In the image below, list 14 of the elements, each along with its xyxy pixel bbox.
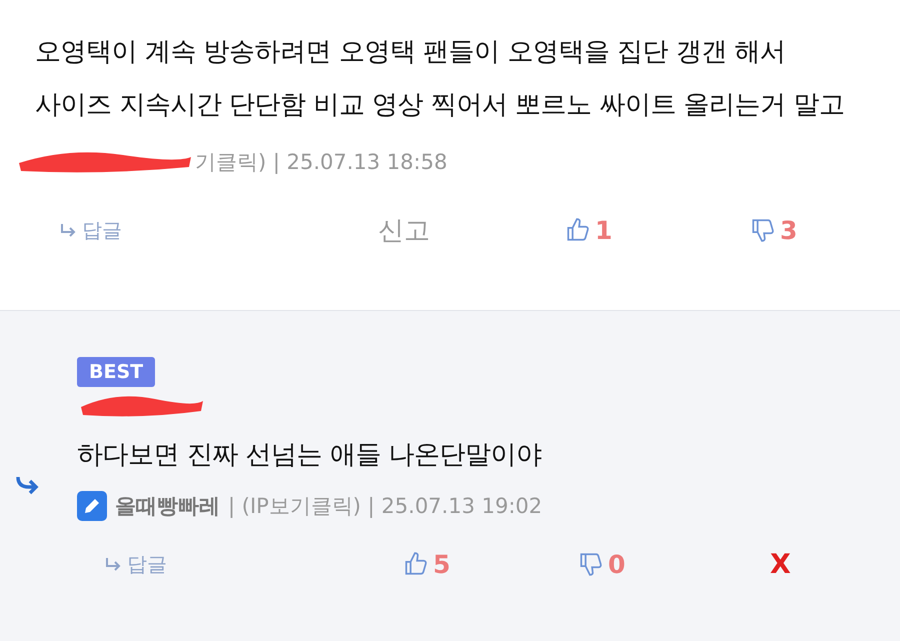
comment-meta: | (IP보기클릭) | 25.07.13 19:02: [228, 493, 542, 520]
like-button[interactable]: 1: [565, 216, 612, 244]
report-link[interactable]: 신고: [378, 212, 430, 248]
comment-text: 하다보면 진짜 선넘는 애들 나온단말이야: [77, 439, 543, 472]
delete-button[interactable]: X: [770, 548, 791, 580]
dislike-button[interactable]: 3: [750, 216, 798, 244]
best-badge: BEST: [77, 357, 156, 387]
reply-link[interactable]: 답글: [60, 216, 122, 244]
comment-text: 오영택이 계속 방송하려면 오영택 팬들이 오영택을 집단 갱갠 해서 사이즈 지속시간 단단함 비교 영상 찍어서 뽀르노 싸이트 올리는거 말고: [35, 36, 846, 122]
dislike-button[interactable]: 0: [578, 550, 626, 578]
reply-link[interactable]: 답글: [105, 550, 167, 578]
author-name[interactable]: 올때빵빠레: [115, 492, 220, 520]
comment-meta: 기클릭) | 25.07.13 18:58: [195, 149, 448, 176]
like-button[interactable]: 5: [403, 550, 450, 578]
